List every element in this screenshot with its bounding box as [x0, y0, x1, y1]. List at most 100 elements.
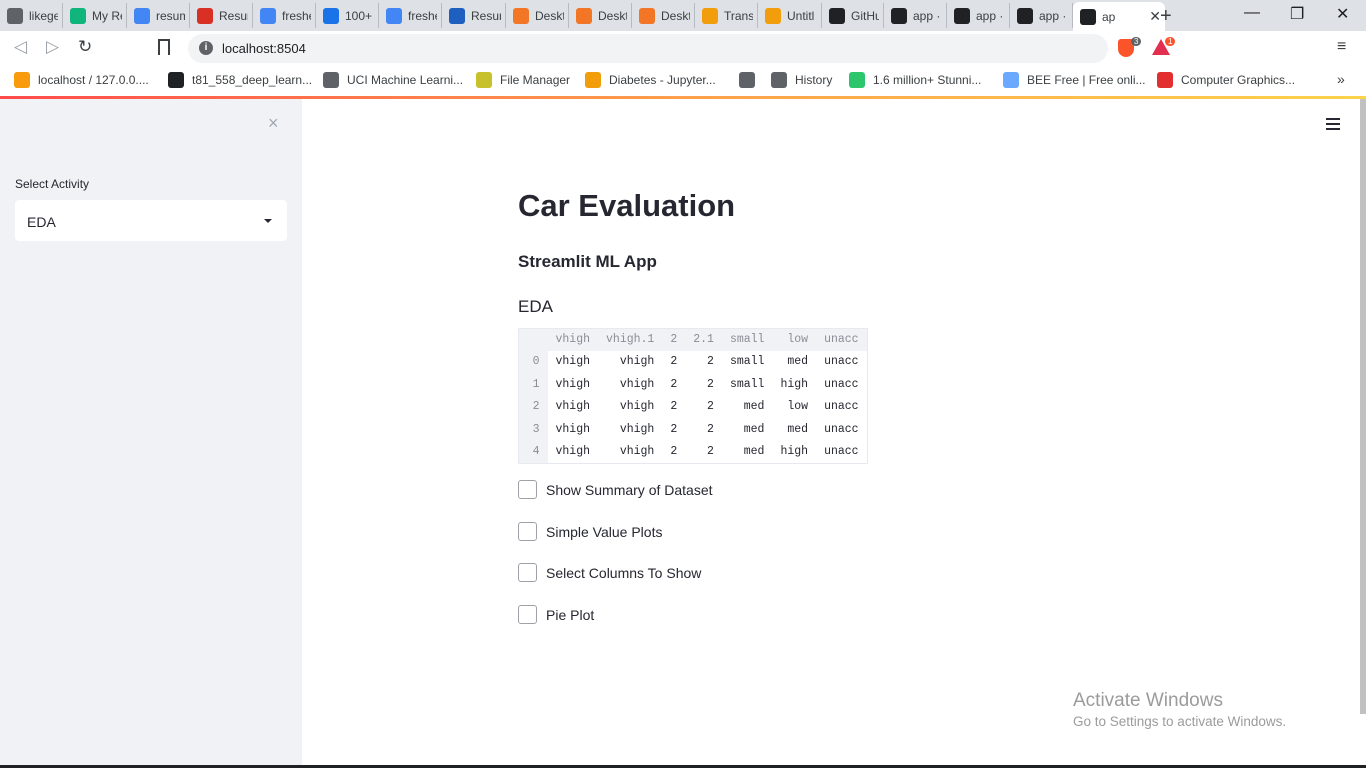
table-cell[interactable]: unacc [816, 396, 867, 419]
browser-menu-icon[interactable]: ≡ [1337, 38, 1346, 56]
checkbox-box[interactable] [518, 522, 537, 541]
table-cell[interactable]: 2 [662, 351, 685, 374]
forward-icon[interactable]: ▷ [46, 37, 59, 57]
bookmark-item[interactable] [739, 72, 763, 88]
minimize-button[interactable]: — [1244, 4, 1260, 22]
column-header[interactable]: 2.1 [685, 328, 722, 351]
tab[interactable]: Transf [695, 3, 758, 28]
checkbox-option[interactable]: Show Summary of Dataset [518, 480, 713, 499]
select-activity-dropdown[interactable]: EDA [15, 200, 287, 241]
table-cell[interactable]: vhigh [598, 396, 662, 419]
back-icon[interactable]: ◁ [14, 37, 27, 57]
close-window-button[interactable]: ✕ [1336, 4, 1349, 24]
tab[interactable]: Resun [442, 3, 506, 28]
checkbox-label[interactable]: Pie Plot [546, 607, 594, 623]
table-cell[interactable]: 2 [662, 373, 685, 396]
tab[interactable]: Untitl [758, 3, 822, 28]
tab[interactable]: 100+ [316, 3, 379, 28]
table-cell[interactable]: unacc [816, 441, 867, 464]
checkbox-box[interactable] [518, 563, 537, 582]
table-cell[interactable]: 2 [662, 441, 685, 464]
tab[interactable]: Resun [190, 3, 253, 28]
tab[interactable]: freshe [379, 3, 442, 28]
tab[interactable]: My Re [63, 3, 127, 28]
bookmark-item[interactable]: BEE Free | Free onli... [1003, 72, 1146, 88]
bookmark-item[interactable]: File Manager [476, 72, 570, 88]
column-header[interactable]: low [772, 328, 817, 351]
table-cell[interactable]: 2 [685, 351, 722, 374]
table-cell[interactable]: med [722, 418, 773, 441]
close-tab-icon[interactable]: ✕ [1145, 8, 1161, 25]
tab[interactable]: likege [0, 3, 63, 28]
tab[interactable]: GitHu [822, 3, 884, 28]
new-tab-button[interactable]: + [1160, 5, 1172, 28]
table-cell[interactable]: vhigh [548, 441, 599, 464]
page-scrollbar[interactable] [1360, 99, 1366, 714]
column-header[interactable]: 2 [662, 328, 686, 351]
dataframe-table[interactable]: vhigh vhigh.1 2 2.1 small low unacc 0 vhigh vhig… [518, 328, 868, 464]
table-cell[interactable]: 2 [662, 396, 685, 419]
table-cell[interactable]: 2 [662, 418, 685, 441]
tab[interactable]: Deskt [569, 3, 632, 28]
table-cell[interactable]: vhigh [598, 418, 662, 441]
table-cell[interactable]: med [722, 441, 773, 464]
table-cell[interactable]: 2 [685, 396, 722, 419]
table-cell[interactable]: vhigh [548, 351, 599, 374]
table-cell[interactable]: 2 [685, 441, 722, 464]
column-header[interactable]: vhigh.1 [598, 328, 663, 351]
checkbox-label[interactable]: Select Columns To Show [546, 565, 701, 581]
bookmark-item[interactable]: localhost / 127.0.0.... [14, 72, 149, 88]
tab[interactable]: app · [1010, 3, 1073, 28]
bookmark-item[interactable]: 1.6 million+ Stunni... [849, 72, 981, 88]
tab[interactable]: freshe [253, 3, 316, 28]
close-sidebar-icon[interactable]: × [268, 113, 279, 134]
table-cell[interactable]: high [772, 441, 816, 464]
table-cell[interactable]: med [772, 351, 816, 374]
table-cell[interactable]: vhigh [548, 373, 599, 396]
table-cell[interactable]: 2 [685, 418, 722, 441]
bookmark-item[interactable]: Computer Graphics... [1157, 72, 1295, 88]
column-header[interactable]: vhigh [547, 328, 599, 351]
table-cell[interactable]: 2 [685, 373, 722, 396]
bookmark-item[interactable]: t81_558_deep_learn... [168, 72, 312, 88]
hamburger-menu-icon[interactable] [1326, 118, 1340, 133]
bookmark-icon[interactable] [158, 39, 170, 55]
table-cell[interactable]: low [772, 396, 816, 419]
url-text[interactable]: localhost:8504 [222, 41, 306, 56]
table-cell[interactable]: small [722, 373, 773, 396]
table-cell[interactable]: unacc [816, 351, 867, 374]
table-cell[interactable]: vhigh [598, 441, 662, 464]
reload-icon[interactable]: ↻ [78, 37, 92, 57]
bookmark-item[interactable]: UCI Machine Learni... [323, 72, 463, 88]
table-cell[interactable]: high [772, 373, 816, 396]
table-cell[interactable]: unacc [816, 373, 867, 396]
table-cell[interactable]: small [722, 351, 773, 374]
address-bar[interactable]: i localhost:8504 [188, 34, 1108, 63]
column-header[interactable]: small [721, 328, 773, 351]
bookmarks-more-button[interactable]: » [1337, 71, 1345, 87]
checkbox-box[interactable] [518, 605, 537, 624]
restore-button[interactable]: ❐ [1290, 4, 1304, 24]
bookmark-item[interactable]: Diabetes - Jupyter... [585, 72, 716, 88]
column-header[interactable]: unacc [816, 328, 868, 351]
checkbox-label[interactable]: Simple Value Plots [546, 524, 662, 540]
checkbox-box[interactable] [518, 480, 537, 499]
table-cell[interactable]: vhigh [598, 373, 662, 396]
table-cell[interactable]: med [772, 418, 816, 441]
tab[interactable]: Deskt [506, 3, 569, 28]
table-cell[interactable]: unacc [816, 418, 867, 441]
tab[interactable]: resum [127, 3, 190, 28]
tab[interactable]: Deskt [632, 3, 695, 28]
site-info-icon[interactable]: i [199, 41, 213, 55]
tab-active[interactable]: ap ✕ [1073, 2, 1165, 31]
bookmark-item[interactable]: History [771, 72, 832, 88]
tab[interactable]: app · [947, 3, 1010, 28]
checkbox-option[interactable]: Select Columns To Show [518, 563, 701, 582]
table-cell[interactable]: vhigh [598, 351, 662, 374]
table-cell[interactable]: vhigh [548, 396, 599, 419]
tab[interactable]: app · [884, 3, 947, 28]
checkbox-option[interactable]: Simple Value Plots [518, 522, 662, 541]
table-cell[interactable]: med [722, 396, 773, 419]
table-cell[interactable]: vhigh [548, 418, 599, 441]
checkbox-option[interactable]: Pie Plot [518, 605, 594, 624]
